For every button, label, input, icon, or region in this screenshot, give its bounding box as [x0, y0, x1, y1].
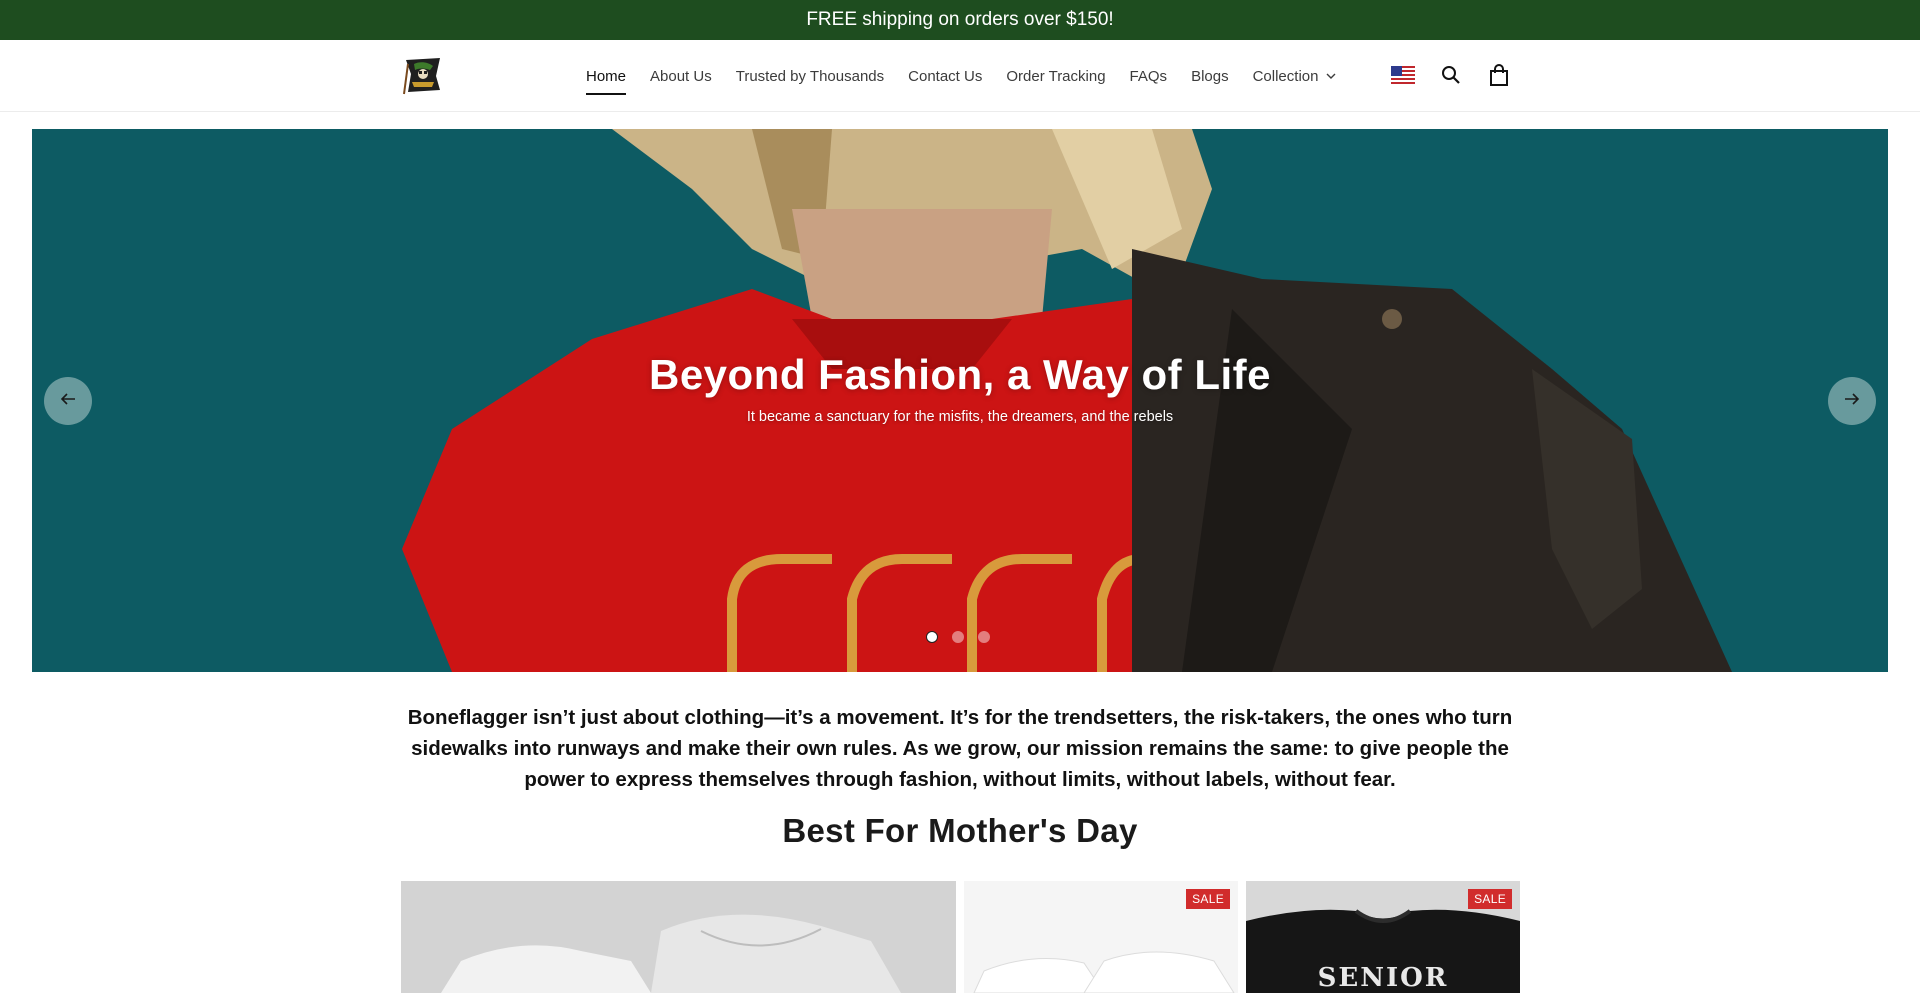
brand-logo[interactable]: [400, 54, 446, 96]
nav-label: Order Tracking: [1006, 67, 1106, 85]
hero-subtitle: It became a sanctuary for the misfits, t…: [746, 409, 1174, 425]
sale-badge: SALE: [1186, 889, 1230, 909]
announcement-text: FREE shipping on orders over $150!: [806, 9, 1114, 30]
site-header: Home About Us Trusted by Thousands Conta…: [0, 40, 1920, 112]
us-flag-icon[interactable]: [1390, 62, 1416, 88]
product-card[interactable]: SENIOR SALE: [1246, 881, 1520, 993]
search-icon[interactable]: [1438, 62, 1464, 88]
nav-faqs[interactable]: FAQs: [1130, 40, 1168, 112]
shopping-bag-icon[interactable]: [1486, 62, 1512, 88]
nav-label: Home: [586, 67, 627, 85]
hero-image: [32, 129, 1888, 672]
nav-order-tracking[interactable]: Order Tracking: [1006, 40, 1105, 112]
header-icons: [1390, 62, 1512, 88]
nav-label: About Us: [650, 67, 712, 85]
nav-label: Blogs: [1191, 67, 1229, 85]
slide-next-button[interactable]: [1828, 377, 1876, 425]
hero-slideshow: Beyond Fashion, a Way of Life It became …: [32, 129, 1888, 672]
nav-label: Contact Us: [908, 67, 983, 85]
product-print-text: SENIOR: [1317, 963, 1449, 993]
intro-text: Boneflagger isn’t just about clothing—it…: [407, 706, 1513, 791]
nav-home[interactable]: Home: [586, 40, 627, 112]
nav-about-us[interactable]: About Us: [650, 40, 712, 112]
section-title: Best For Mother's Day: [782, 812, 1138, 849]
product-card[interactable]: [401, 881, 956, 993]
nav-label: Trusted by Thousands: [735, 67, 885, 85]
slide-dots: [926, 631, 990, 643]
hero-title: Beyond Fashion, a Way of Life: [648, 351, 1271, 398]
nav-label: Collection: [1252, 67, 1319, 85]
slide-dot-2[interactable]: [952, 631, 964, 643]
nav-label: FAQs: [1129, 67, 1168, 85]
nav-contact-us[interactable]: Contact Us: [908, 40, 982, 112]
arrow-left-icon: [60, 392, 76, 411]
chevron-down-icon: [1326, 73, 1336, 79]
nav-collection[interactable]: Collection: [1253, 40, 1337, 112]
slide-dot-3[interactable]: [978, 631, 990, 643]
main-nav: Home About Us Trusted by Thousands Conta…: [586, 40, 1336, 112]
announcement-bar: FREE shipping on orders over $150!: [0, 0, 1920, 40]
nav-trusted-by-thousands[interactable]: Trusted by Thousands: [736, 40, 884, 112]
sale-badge: SALE: [1468, 889, 1512, 909]
slide-dot-1[interactable]: [926, 631, 938, 643]
product-image: [401, 881, 956, 993]
nav-blogs[interactable]: Blogs: [1191, 40, 1229, 112]
product-card[interactable]: SALE: [964, 881, 1238, 993]
slide-prev-button[interactable]: [44, 377, 92, 425]
arrow-right-icon: [1844, 392, 1860, 411]
